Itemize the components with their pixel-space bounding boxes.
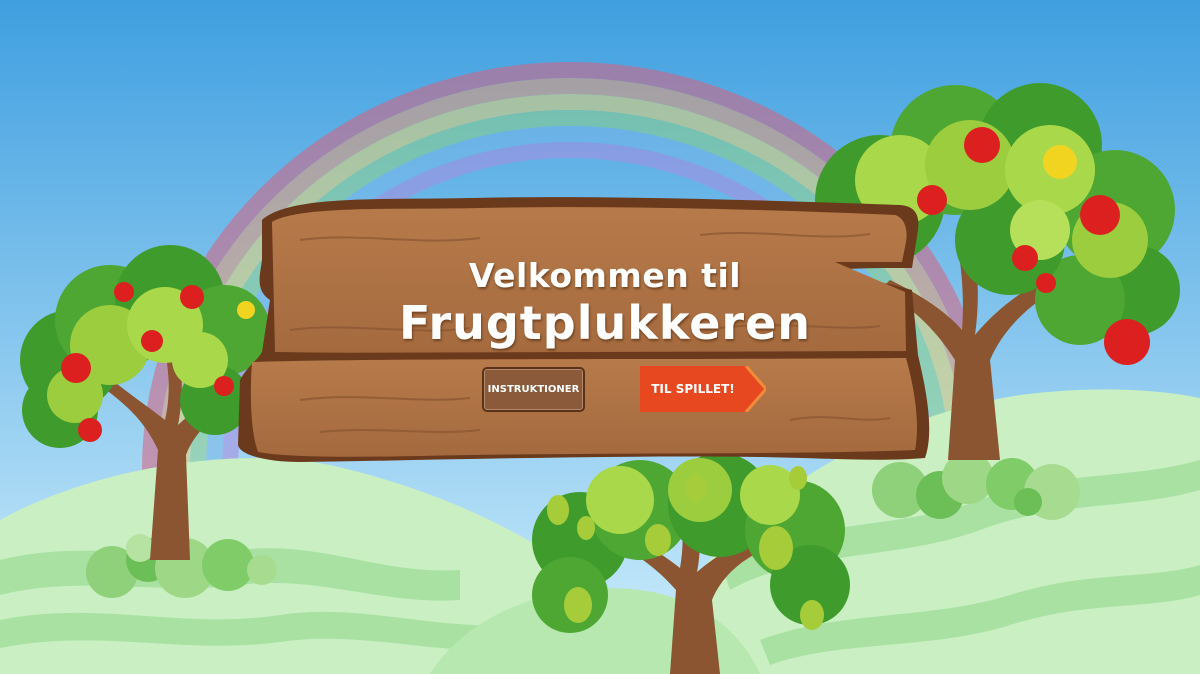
instructions-button[interactable]: INSTRUKTIONER	[482, 367, 585, 412]
game-scene: Velkommen til Frugtplukkeren INSTRUKTION…	[0, 0, 1200, 674]
play-button-label: TIL SPILLET!	[651, 382, 735, 396]
instructions-button-label: INSTRUKTIONER	[487, 384, 580, 395]
game-title: Frugtplukkeren	[398, 296, 812, 350]
welcome-text: Velkommen til	[468, 256, 742, 295]
play-button[interactable]: TIL SPILLET!	[640, 366, 766, 412]
